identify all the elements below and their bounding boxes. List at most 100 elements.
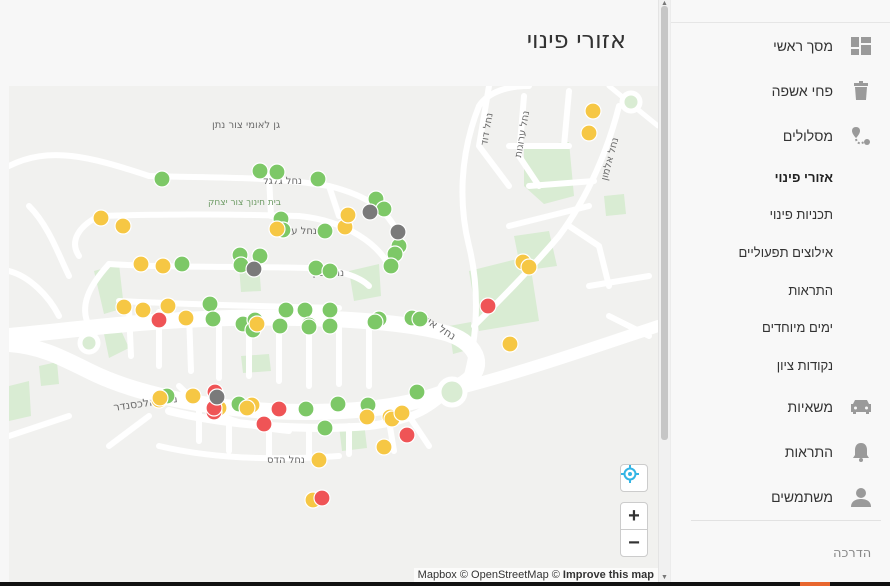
trash-bin-icon bbox=[854, 81, 868, 100]
sidebar-item-alerts[interactable]: התראות bbox=[671, 434, 890, 470]
geolocate-button[interactable] bbox=[620, 464, 648, 492]
bin-marker-gray[interactable] bbox=[361, 203, 379, 221]
bin-marker-green[interactable] bbox=[307, 259, 325, 277]
app-root: אזורי פינוי גן לאומי צור נתן נחל דוד נחל… bbox=[0, 0, 890, 586]
zoom-out-button[interactable]: − bbox=[620, 529, 648, 557]
bin-marker-yellow[interactable] bbox=[310, 451, 328, 469]
bin-marker-yellow[interactable] bbox=[184, 387, 202, 405]
bin-marker-yellow[interactable] bbox=[248, 315, 266, 333]
bin-marker-green[interactable] bbox=[271, 317, 289, 335]
bin-marker-green[interactable] bbox=[251, 162, 269, 180]
bottom-bar bbox=[0, 582, 890, 586]
bin-marker-green[interactable] bbox=[316, 222, 334, 240]
bin-marker-green[interactable] bbox=[309, 170, 327, 188]
bin-marker-green[interactable] bbox=[297, 400, 315, 418]
bin-marker-red[interactable] bbox=[270, 400, 288, 418]
sidebar-item-label: התראות bbox=[788, 282, 833, 298]
bin-marker-green[interactable] bbox=[153, 170, 171, 188]
bin-marker-yellow[interactable] bbox=[154, 257, 172, 275]
improve-map-link[interactable]: Improve this map bbox=[563, 569, 654, 581]
sidebar-item-label: משאיות bbox=[787, 399, 833, 415]
bin-marker-yellow[interactable] bbox=[238, 399, 256, 417]
bin-marker-red[interactable] bbox=[313, 489, 331, 507]
main-panel: אזורי פינוי גן לאומי צור נתן נחל דוד נחל… bbox=[0, 0, 658, 586]
scroll-down-arrow[interactable]: ▼ bbox=[660, 574, 669, 582]
bin-marker-yellow[interactable] bbox=[114, 217, 132, 235]
bin-marker-yellow[interactable] bbox=[134, 301, 152, 319]
bin-marker-gray[interactable] bbox=[389, 223, 407, 241]
guide-link[interactable]: הדרכה bbox=[833, 546, 871, 561]
bin-marker-yellow[interactable] bbox=[375, 438, 393, 456]
zoom-in-button[interactable]: + bbox=[620, 502, 648, 530]
mapbox-link[interactable]: Mapbox © bbox=[418, 569, 468, 581]
page-header: אזורי פינוי bbox=[0, 0, 658, 86]
bin-marker-yellow[interactable] bbox=[92, 209, 110, 227]
bin-marker-green[interactable] bbox=[321, 317, 339, 335]
sidebar-item-evacuation-plans[interactable]: תכניות פינוי bbox=[671, 196, 890, 232]
bin-marker-yellow[interactable] bbox=[393, 404, 411, 422]
scroll-thumb[interactable] bbox=[661, 6, 668, 440]
bin-marker-red[interactable] bbox=[255, 415, 273, 433]
sidebar-item-trucks[interactable]: משאיות bbox=[671, 389, 890, 425]
bin-marker-green[interactable] bbox=[201, 295, 219, 313]
bin-marker-red[interactable] bbox=[398, 426, 416, 444]
sidebar-item-users[interactable]: משתמשים bbox=[671, 479, 890, 515]
osm-link[interactable]: OpenStreetMap © bbox=[471, 569, 560, 581]
sidebar-item-operational-constraints[interactable]: אילוצים תפעוליים bbox=[671, 234, 890, 270]
bin-marker-green[interactable] bbox=[277, 301, 295, 319]
bin-marker-yellow[interactable] bbox=[358, 408, 376, 426]
bin-marker-yellow[interactable] bbox=[501, 335, 519, 353]
bin-marker-green[interactable] bbox=[382, 257, 400, 275]
bin-marker-gray[interactable] bbox=[245, 260, 263, 278]
street-label: גן לאומי צור נתן bbox=[212, 120, 280, 131]
bin-marker-green[interactable] bbox=[268, 163, 286, 181]
bin-marker-green[interactable] bbox=[375, 200, 393, 218]
bin-marker-yellow[interactable] bbox=[132, 255, 150, 273]
sidebar-item-trash-bins[interactable]: פחי אשפה bbox=[671, 73, 890, 109]
sidebar: מסך ראשי פחי אשפה מסלולים אזורי פינוי תכ… bbox=[670, 0, 890, 586]
bin-marker-green[interactable] bbox=[173, 255, 191, 273]
bin-marker-yellow[interactable] bbox=[520, 258, 538, 276]
bin-marker-green[interactable] bbox=[300, 318, 318, 336]
sidebar-item-label: פחי אשפה bbox=[771, 83, 833, 99]
bin-marker-green[interactable] bbox=[366, 313, 384, 331]
bin-marker-green[interactable] bbox=[204, 310, 222, 328]
bin-marker-yellow[interactable] bbox=[268, 220, 286, 238]
bottom-accent bbox=[800, 582, 830, 586]
bin-marker-green[interactable] bbox=[321, 262, 339, 280]
bin-marker-red[interactable] bbox=[479, 297, 497, 315]
main-roads bbox=[9, 86, 658, 432]
bin-marker-yellow[interactable] bbox=[159, 297, 177, 315]
sidebar-item-waypoints[interactable]: נקודות ציון bbox=[671, 347, 890, 383]
bell-icon bbox=[853, 443, 869, 462]
bin-marker-yellow[interactable] bbox=[339, 206, 357, 224]
sidebar-item-dashboard[interactable]: מסך ראשי bbox=[671, 28, 890, 64]
map-view[interactable]: גן לאומי צור נתן נחל דוד נחל ערוגות נחל … bbox=[9, 86, 658, 582]
bin-marker-green[interactable] bbox=[296, 301, 314, 319]
bin-marker-green[interactable] bbox=[329, 395, 347, 413]
bin-marker-yellow[interactable] bbox=[580, 124, 598, 142]
bin-marker-green[interactable] bbox=[316, 419, 334, 437]
truck-icon bbox=[851, 400, 871, 414]
bin-marker-yellow[interactable] bbox=[177, 309, 195, 327]
crosshair-icon bbox=[621, 465, 639, 483]
main-scrollbar[interactable]: ▲ ▼ bbox=[658, 0, 670, 586]
sidebar-item-evacuation-zones[interactable]: אזורי פינוי bbox=[671, 159, 890, 195]
bin-marker-yellow[interactable] bbox=[584, 102, 602, 120]
map-canvas[interactable]: גן לאומי צור נתן נחל דוד נחל ערוגות נחל … bbox=[9, 86, 658, 582]
sidebar-item-alerts-sub[interactable]: התראות bbox=[671, 272, 890, 308]
bin-marker-red[interactable] bbox=[150, 311, 168, 329]
sidebar-item-label: התראות bbox=[784, 444, 833, 460]
sidebar-item-label: ימים מיוחדים bbox=[762, 319, 833, 335]
sidebar-item-special-days[interactable]: ימים מיוחדים bbox=[671, 309, 890, 345]
sidebar-item-routes[interactable]: מסלולים bbox=[671, 118, 890, 154]
bin-marker-yellow[interactable] bbox=[151, 389, 169, 407]
bin-marker-green[interactable] bbox=[408, 383, 426, 401]
sidebar-item-label: נקודות ציון bbox=[776, 357, 833, 373]
bin-marker-green[interactable] bbox=[411, 310, 429, 328]
sidebar-item-label: מסלולים bbox=[782, 128, 833, 144]
bin-marker-yellow[interactable] bbox=[115, 298, 133, 316]
bin-marker-green[interactable] bbox=[321, 301, 339, 319]
route-icon bbox=[852, 127, 870, 145]
bin-marker-gray[interactable] bbox=[208, 388, 226, 406]
